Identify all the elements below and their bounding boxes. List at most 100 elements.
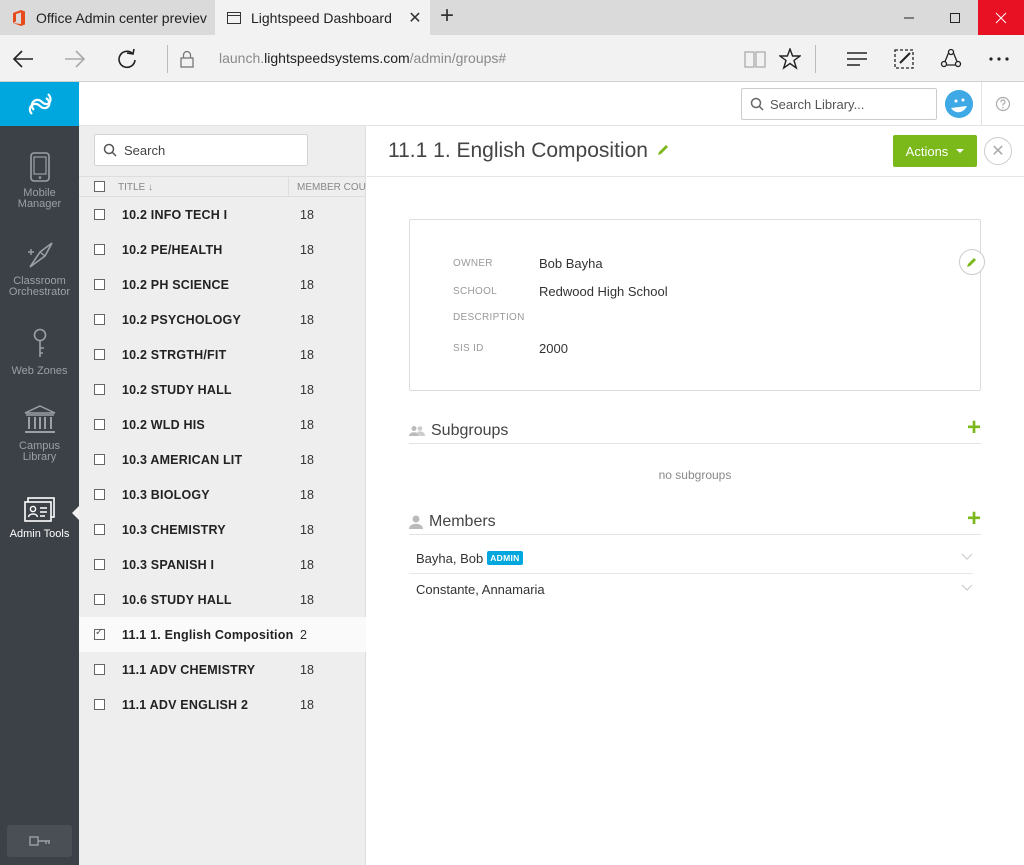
sisid-label: SIS ID — [453, 343, 484, 354]
hub-button[interactable] — [840, 43, 874, 75]
new-tab-button[interactable]: + — [432, 2, 462, 32]
table-row[interactable]: 10.2 PH SCIENCE 18 — [79, 267, 366, 302]
table-row[interactable]: 10.2 PSYCHOLOGY 18 — [79, 302, 366, 337]
refresh-icon — [118, 48, 136, 69]
member-count: 18 — [300, 592, 314, 607]
row-checkbox[interactable] — [94, 384, 105, 395]
table-row[interactable]: 10.2 INFO TECH I 18 — [79, 197, 366, 232]
chevron-down-icon[interactable] — [961, 553, 973, 561]
address-bar[interactable]: launch.lightspeedsystems.com/admin/group… — [219, 50, 506, 66]
row-checkbox[interactable] — [94, 419, 105, 430]
help-button[interactable] — [981, 82, 1024, 126]
add-subgroup-button[interactable]: + — [967, 416, 981, 440]
reading-view-button[interactable] — [738, 43, 772, 75]
groups-search-placeholder: Search — [124, 142, 166, 158]
pencil-icon — [967, 258, 976, 267]
mobile-icon — [29, 152, 50, 182]
table-row[interactable]: 10.6 STUDY HALL 18 — [79, 582, 366, 617]
member-row[interactable]: Bayha, Bob ADMIN — [409, 543, 973, 574]
group-name: 10.6 STUDY HALL — [122, 592, 232, 607]
member-count: 18 — [300, 452, 314, 467]
row-checkbox[interactable] — [94, 209, 105, 220]
table-row[interactable]: 11.1 1. English Composition 2 — [79, 617, 366, 652]
row-checkbox[interactable] — [94, 559, 105, 570]
maximize-button[interactable] — [932, 0, 978, 35]
close-detail-button[interactable]: ✕ — [984, 137, 1012, 165]
group-name: 10.2 STRGTH/FIT — [122, 347, 227, 362]
table-row[interactable]: 10.2 STRGTH/FIT 18 — [79, 337, 366, 372]
sidebar-item-web-zones[interactable]: Web Zones — [0, 328, 79, 377]
member-row[interactable]: Constante, Annamaria — [409, 574, 973, 605]
sidebar-item-classroom-orchestrator[interactable]: Classroom Orchestrator — [0, 240, 79, 298]
row-checkbox[interactable] — [94, 349, 105, 360]
row-checkbox[interactable] — [94, 524, 105, 535]
subgroups-empty-message: no subgroups — [658, 468, 732, 482]
member-count: 18 — [300, 662, 314, 677]
share-button[interactable] — [934, 43, 968, 75]
more-button[interactable] — [982, 43, 1016, 75]
row-checkbox[interactable] — [94, 314, 105, 325]
avatar[interactable] — [945, 90, 973, 118]
subgroups-title: Subgroups — [431, 421, 509, 439]
school-label: SCHOOL — [453, 286, 498, 297]
table-row[interactable]: 11.1 ADV CHEMISTRY 18 — [79, 652, 366, 687]
edit-info-button[interactable] — [959, 249, 985, 275]
edit-title-button[interactable] — [656, 139, 670, 163]
row-checkbox[interactable] — [94, 664, 105, 675]
refresh-button[interactable] — [110, 43, 144, 75]
row-checkbox[interactable] — [94, 244, 105, 255]
close-tab-icon[interactable]: ✕ — [400, 8, 430, 28]
title-column-header[interactable]: TITLE ↓ — [118, 182, 153, 193]
app-sidebar: Mobile Manager Classroom Orchestrator We… — [0, 82, 80, 865]
office-icon — [13, 9, 25, 26]
sidebar-item-admin-tools[interactable]: Admin Tools — [0, 497, 79, 540]
table-row[interactable]: 10.3 BIOLOGY 18 — [79, 477, 366, 512]
browser-tab-office[interactable]: Office Admin center previev — [0, 0, 215, 35]
table-row[interactable]: 10.2 STUDY HALL 18 — [79, 372, 366, 407]
back-button[interactable] — [6, 43, 40, 75]
forward-button[interactable] — [58, 43, 92, 75]
table-row[interactable]: 10.3 SPANISH I 18 — [79, 547, 366, 582]
window-close-button[interactable] — [978, 0, 1024, 35]
sidebar-item-campus-library[interactable]: Campus Library — [0, 405, 79, 463]
groups-search-input[interactable]: Search — [94, 134, 308, 166]
member-count: 18 — [300, 382, 314, 397]
member-count-column-header[interactable]: MEMBER COUNT — [297, 182, 366, 193]
browser-tab-lightspeed[interactable]: Lightspeed Dashboard ✕ — [215, 0, 430, 35]
actions-button[interactable]: Actions — [893, 135, 977, 167]
table-row[interactable]: 11.1 ADV ENGLISH 2 18 — [79, 687, 366, 722]
minimize-button[interactable] — [886, 0, 932, 35]
sidebar-item-mobile-manager[interactable]: Mobile Manager — [0, 152, 79, 210]
web-note-button[interactable] — [887, 43, 921, 75]
chevron-down-icon — [956, 149, 965, 153]
sidebar-collapse-button[interactable] — [7, 825, 72, 857]
table-row[interactable]: 10.3 CHEMISTRY 18 — [79, 512, 366, 547]
row-checkbox[interactable] — [94, 489, 105, 500]
row-checkbox[interactable] — [94, 279, 105, 290]
table-row[interactable]: 10.2 WLD HIS 18 — [79, 407, 366, 442]
add-member-button[interactable]: + — [967, 507, 981, 531]
member-count: 18 — [300, 487, 314, 502]
library-search-placeholder: Search Library... — [770, 96, 865, 112]
owner-label: OWNER — [453, 258, 493, 269]
users-icon — [409, 425, 425, 436]
arrow-left-icon — [12, 50, 33, 68]
favorite-button[interactable] — [773, 43, 807, 75]
row-checkbox[interactable] — [94, 454, 105, 465]
close-icon — [995, 12, 1007, 23]
table-row[interactable]: 10.3 AMERICAN LIT 18 — [79, 442, 366, 477]
library-search-input[interactable]: Search Library... — [741, 88, 937, 120]
member-count: 18 — [300, 347, 314, 362]
table-row[interactable]: 10.2 PE/HEALTH 18 — [79, 232, 366, 267]
row-checkbox[interactable] — [94, 594, 105, 605]
lightspeed-logo[interactable] — [0, 82, 79, 126]
browser-tab-label: Lightspeed Dashboard — [251, 9, 392, 26]
lock-icon — [180, 50, 194, 68]
select-all-checkbox[interactable] — [94, 181, 105, 192]
row-checkbox[interactable] — [94, 627, 105, 640]
user-icon — [409, 515, 423, 529]
chevron-down-icon[interactable] — [961, 584, 973, 592]
actions-label: Actions — [905, 143, 949, 159]
group-detail-panel: 11.1 1. English Composition Actions ✕ OW… — [367, 126, 1024, 865]
row-checkbox[interactable] — [94, 699, 105, 710]
